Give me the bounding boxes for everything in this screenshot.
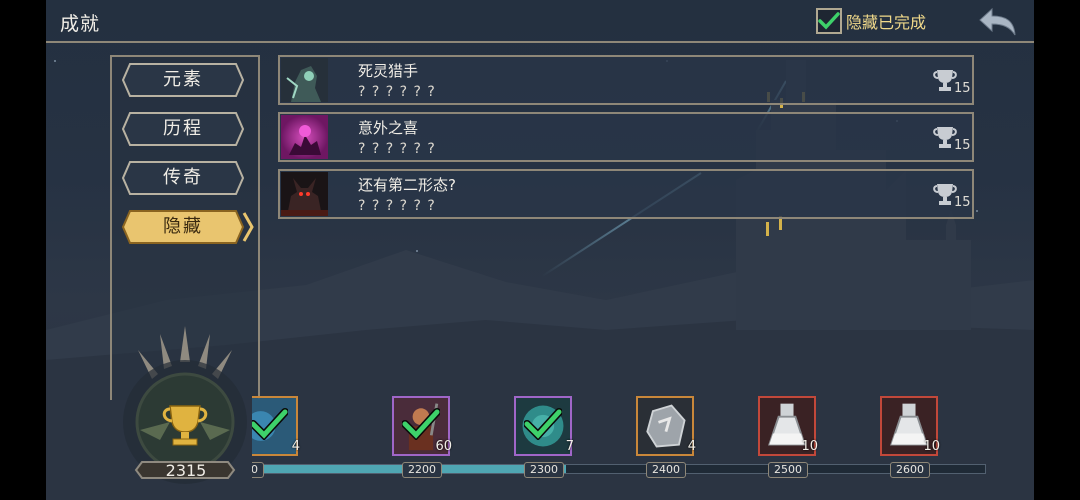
necromancer-portrait-icon: [281, 58, 328, 102]
reward-frame: [636, 396, 694, 456]
tab-journey-label: 历程: [163, 118, 203, 139]
milestone-label: 2400: [646, 462, 686, 478]
reward-count: 10: [923, 439, 940, 454]
reward-count: 7: [565, 439, 574, 454]
claimed-checkmark-icon: [523, 408, 563, 444]
header: 成就 隐藏已完成: [46, 0, 1034, 42]
header-divider: [46, 41, 1034, 43]
achievement-row[interactable]: 意外之喜 ? ? ? ? ? ? 15: [278, 112, 974, 162]
milestone-label: 2300: [524, 462, 564, 478]
reward-item[interactable]: 60: [392, 396, 452, 456]
tab-legend[interactable]: 传奇: [122, 160, 244, 196]
achievement-name: 意外之喜: [358, 119, 419, 137]
achievement-description: ? ? ? ? ? ?: [358, 198, 436, 214]
claimed-checkmark-icon: [252, 408, 289, 444]
reward-item[interactable]: 10: [880, 396, 940, 456]
total-score: 2315: [165, 461, 207, 480]
reward-item[interactable]: 4: [252, 396, 300, 456]
achievement-row[interactable]: 还有第二形态? ? ? ? ? ? ? 15: [278, 169, 974, 219]
reward-count: 60: [435, 439, 452, 454]
hide-completed-label: 隐藏已完成: [846, 12, 927, 32]
reward-count: 10: [801, 439, 818, 454]
magenta-creature-portrait-icon: [281, 115, 328, 159]
achievement-description: ? ? ? ? ? ?: [358, 84, 436, 100]
tab-legend-label: 传奇: [163, 167, 203, 188]
achievement-points: 15: [954, 138, 971, 153]
tab-journey[interactable]: 历程: [122, 111, 244, 147]
reward-count: 4: [687, 439, 696, 454]
hide-completed-toggle[interactable]: 隐藏已完成: [816, 7, 926, 34]
reward-item[interactable]: 7: [514, 396, 574, 456]
achievement-row[interactable]: 死灵猎手 ? ? ? ? ? ? 15: [278, 55, 974, 105]
tab-hidden[interactable]: 隐藏: [122, 209, 254, 245]
milestone-label: 2600: [890, 462, 930, 478]
achievement-description: ? ? ? ? ? ?: [358, 141, 436, 157]
checkmark-icon: [818, 11, 840, 30]
tab-elements[interactable]: 元素: [122, 62, 244, 98]
achievement-name: 还有第二形态?: [358, 176, 456, 194]
grey-ore-icon: [638, 398, 692, 454]
reward-count: 4: [291, 439, 300, 454]
reward-item[interactable]: 4: [636, 396, 696, 456]
milestone-label: 2100: [252, 462, 264, 478]
tab-elements-label: 元素: [163, 69, 203, 90]
reward-item[interactable]: 10: [758, 396, 818, 456]
milestone-label: 2500: [768, 462, 808, 478]
back-arrow-icon: [979, 7, 1016, 36]
back-button[interactable]: [976, 7, 1018, 37]
horned-shadow-portrait-icon: [281, 172, 328, 216]
tab-hidden-label: 隐藏: [163, 216, 203, 237]
milestone-label: 2200: [402, 462, 442, 478]
achievement-name: 死灵猎手: [358, 62, 419, 80]
achievement-points: 15: [954, 195, 971, 210]
achievements-screen: 成就 隐藏已完成 元素 历程 传奇 隐藏 死灵猎手 ? ? ? ? ? ? 15…: [46, 0, 1034, 500]
reward-track[interactable]: 460741010 2100220023002400250026002700: [252, 388, 986, 500]
hide-completed-checkbox[interactable]: [816, 7, 842, 34]
achievement-points: 15: [954, 81, 971, 96]
page-title: 成就: [60, 13, 101, 35]
